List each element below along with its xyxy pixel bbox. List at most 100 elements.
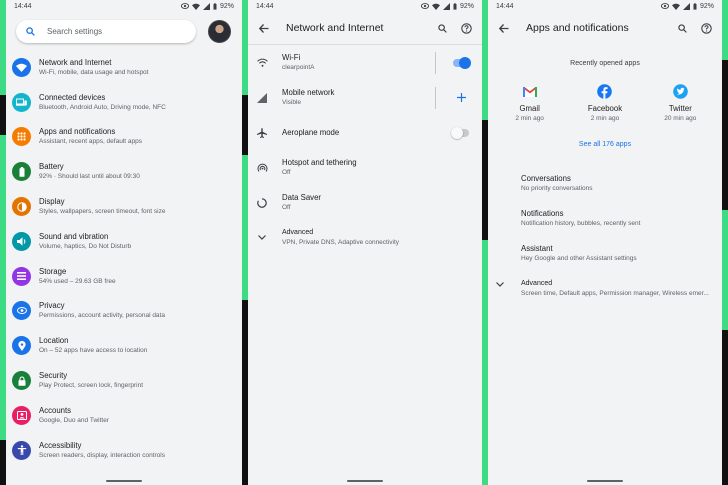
settings-item-accounts[interactable]: Accounts Google, Duo and Twitter xyxy=(6,398,242,433)
item-subtitle: 54% used – 29.63 GB free xyxy=(39,277,116,285)
help-button[interactable] xyxy=(698,20,714,36)
signal-status-icon xyxy=(682,2,690,10)
item-title: Sound and vibration xyxy=(39,231,109,241)
add-network-button[interactable] xyxy=(448,93,474,102)
storage-icon xyxy=(17,272,26,281)
item-title: Aeroplane mode xyxy=(282,127,340,137)
back-button[interactable] xyxy=(256,20,272,36)
toggle-knob xyxy=(459,56,471,69)
app-time: 2 min ago xyxy=(590,115,620,122)
devices-icon-circle xyxy=(12,92,31,112)
data-saver-icon xyxy=(257,197,267,208)
home-indicator[interactable] xyxy=(106,480,142,482)
network-item-hotspot[interactable]: Hotspot and tethering Off xyxy=(248,150,482,185)
app-name: Twitter xyxy=(668,104,692,113)
settings-item-display[interactable]: Display Styles, wallpapers, screen timeou… xyxy=(6,189,242,224)
item-subtitle: Off xyxy=(282,169,291,176)
item-title: Storage xyxy=(39,266,67,276)
status-bar: 14:44 92% xyxy=(488,0,722,12)
lock-icon xyxy=(18,376,25,386)
item-title: Accessibility xyxy=(39,440,82,450)
help-button[interactable] xyxy=(458,20,474,36)
home-indicator[interactable] xyxy=(347,480,383,482)
settings-item-security[interactable]: Security Play Protect, screen lock, finge… xyxy=(6,363,242,398)
back-button[interactable] xyxy=(496,20,512,36)
search-bar[interactable]: Search settings xyxy=(16,19,196,43)
item-title: Advanced xyxy=(282,229,314,236)
network-item-wifi[interactable]: Wi-Fi clearpointA xyxy=(248,45,482,80)
settings-item-privacy[interactable]: Privacy Permissions, account activity, pe… xyxy=(6,294,242,329)
recent-app-facebook[interactable]: Facebook 2 min ago xyxy=(570,78,640,124)
app-bar: Network and Internet xyxy=(248,12,482,44)
status-time: 14:44 xyxy=(14,2,32,10)
option-notifications[interactable]: Notifications Notification history, bubbl… xyxy=(488,201,722,236)
item-subtitle: 92% · Should last until about 09:30 xyxy=(39,173,140,181)
devices-icon xyxy=(16,98,27,106)
status-bar: 14:44 92% xyxy=(6,0,242,12)
settings-item-storage[interactable]: Storage 54% used – 29.63 GB free xyxy=(6,259,242,294)
app-bar: Apps and notifications xyxy=(488,12,722,44)
wifi-status-icon xyxy=(671,3,680,10)
battery-icon xyxy=(19,166,24,177)
divider xyxy=(435,51,436,74)
item-title: Privacy xyxy=(39,301,65,311)
settings-item-network[interactable]: Network and Internet Wi-Fi, mobile, data … xyxy=(6,50,242,85)
network-item-advanced[interactable]: Advanced VPN, Private DNS, Adaptive conne… xyxy=(248,220,482,255)
option-conversations[interactable]: Conversations No priority conversations xyxy=(488,166,722,201)
search-placeholder: Search settings xyxy=(47,26,103,36)
settings-item-accessibility[interactable]: Accessibility Screen readers, display, in… xyxy=(6,433,242,468)
item-title: Apps and notifications xyxy=(39,127,116,137)
apps-notifications-screen: 14:44 92% Apps and notifications Recentl… xyxy=(488,0,722,485)
settings-item-sound[interactable]: Sound and vibration Volume, haptics, Do N… xyxy=(6,224,242,259)
wifi-toggle[interactable] xyxy=(453,56,471,69)
app-time: 20 min ago xyxy=(664,115,697,122)
security-icon-circle xyxy=(12,371,31,391)
network-icon-circle xyxy=(12,57,31,77)
settings-item-connected-devices[interactable]: Connected devices Bluetooth, Android Auto… xyxy=(6,85,242,120)
privacy-icon-circle xyxy=(12,301,31,321)
item-title: Wi-Fi xyxy=(282,53,301,62)
search-button[interactable] xyxy=(434,20,450,36)
item-title: Display xyxy=(39,197,65,207)
sound-icon-circle xyxy=(12,231,31,251)
item-title: Conversations xyxy=(521,174,571,183)
item-title: Mobile network xyxy=(282,88,335,97)
battery-percent: 92% xyxy=(219,2,234,10)
divider xyxy=(435,86,436,109)
wifi-icon xyxy=(256,58,268,67)
network-item-mobile[interactable]: Mobile network Visible xyxy=(248,80,482,115)
storage-icon-circle xyxy=(12,266,31,286)
chevron-down-icon xyxy=(258,235,266,240)
toggle-knob xyxy=(451,126,463,139)
settings-item-battery[interactable]: Battery 92% · Should last until about 09:… xyxy=(6,154,242,189)
item-subtitle: Off xyxy=(282,204,291,211)
item-subtitle: Assistant, recent apps, default apps xyxy=(39,138,142,146)
settings-item-apps[interactable]: Apps and notifications Assistant, recent … xyxy=(6,120,242,155)
network-item-aeroplane[interactable]: Aeroplane mode xyxy=(248,115,482,150)
option-assistant[interactable]: Assistant Hey Google and other Assistant … xyxy=(488,236,722,271)
settings-item-location[interactable]: Location On – 52 apps have access to loca… xyxy=(6,328,242,363)
item-title: Accounts xyxy=(39,405,72,415)
signal-icon xyxy=(257,92,267,103)
recent-app-gmail[interactable]: Gmail 2 min ago xyxy=(495,78,565,124)
facebook-icon xyxy=(597,84,613,99)
item-title: Location xyxy=(39,336,69,346)
aeroplane-toggle[interactable] xyxy=(451,126,469,139)
item-subtitle: Visible xyxy=(282,99,302,106)
option-advanced[interactable]: Advanced Screen time, Default apps, Permi… xyxy=(488,271,722,306)
item-subtitle: Bluetooth, Android Auto, Driving mode, N… xyxy=(39,103,166,111)
search-button[interactable] xyxy=(674,20,690,36)
see-all-apps-link[interactable]: See all 176 apps xyxy=(488,141,722,153)
battery-status-icon xyxy=(213,2,217,10)
item-subtitle: No priority conversations xyxy=(521,185,593,192)
item-subtitle: Play Protect, screen lock, fingerprint xyxy=(39,382,144,390)
wallpaper-shape xyxy=(721,330,728,485)
recent-app-twitter[interactable]: Twitter 20 min ago xyxy=(645,78,715,124)
home-indicator[interactable] xyxy=(587,480,623,482)
back-arrow-icon xyxy=(259,23,269,33)
signal-status-icon xyxy=(202,2,210,10)
item-subtitle: Permissions, account activity, personal … xyxy=(39,312,165,320)
network-item-data-saver[interactable]: Data Saver Off xyxy=(248,185,482,220)
avatar[interactable] xyxy=(208,19,231,43)
item-subtitle: Wi-Fi, mobile, data usage and hotspot xyxy=(39,68,149,76)
